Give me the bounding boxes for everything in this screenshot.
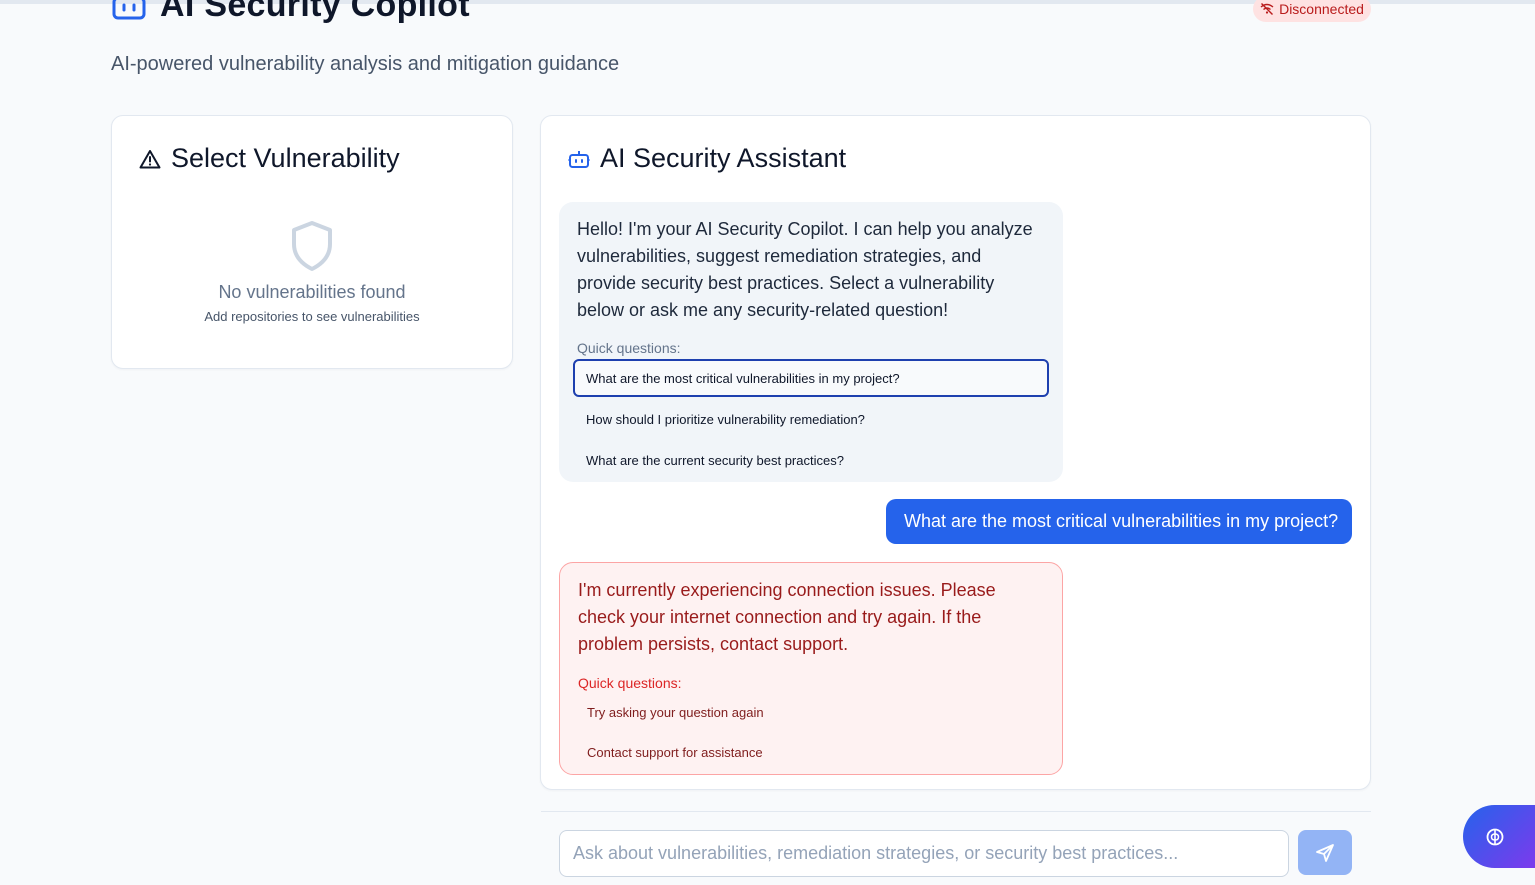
- brain-icon: [1486, 828, 1504, 845]
- empty-state-hint: Add repositories to see vulnerabilities: [204, 309, 420, 324]
- connection-status-badge: Disconnected: [1253, 0, 1371, 22]
- vulnerability-panel-title: Select Vulnerability: [171, 143, 400, 173]
- quick-question-button[interactable]: What are the current security best pract…: [573, 441, 1049, 479]
- quick-questions-label: Quick questions:: [578, 675, 682, 691]
- empty-state-title: No vulnerabilities found: [218, 282, 406, 302]
- quick-questions-label: Quick questions:: [577, 340, 681, 356]
- quick-question-button[interactable]: Try asking your question again: [574, 694, 1050, 731]
- alert-triangle-icon: [139, 149, 161, 168]
- quick-question-button[interactable]: Contact support for assistance: [574, 734, 1050, 771]
- input-divider: [541, 811, 1371, 812]
- send-icon: [1316, 843, 1334, 862]
- vulnerability-panel: Select Vulnerability No vulnerabilities …: [111, 115, 513, 369]
- assistant-panel: AI Security Assistant Hello! I'm your AI…: [540, 115, 1371, 790]
- robot-icon: [112, 0, 146, 20]
- send-button[interactable]: [1298, 830, 1352, 875]
- shield-icon: [292, 221, 332, 271]
- quick-question-button[interactable]: What are the most critical vulnerabiliti…: [573, 359, 1049, 397]
- error-message: I'm currently experiencing connection is…: [559, 562, 1063, 775]
- assistant-panel-header: AI Security Assistant: [568, 143, 846, 174]
- quick-questions-list: Try asking your question again Contact s…: [574, 694, 1050, 771]
- empty-state: No vulnerabilities found Add repositorie…: [112, 220, 512, 324]
- assistant-message: Hello! I'm your AI Security Copilot. I c…: [559, 202, 1063, 482]
- floating-assistant-button[interactable]: [1463, 805, 1535, 868]
- page-subtitle: AI-powered vulnerability analysis and mi…: [111, 53, 620, 75]
- quick-questions-list: What are the most critical vulnerabiliti…: [573, 359, 1049, 479]
- wifi-off-icon: [1260, 3, 1274, 15]
- user-message: What are the most critical vulnerabiliti…: [886, 499, 1352, 544]
- quick-question-button[interactable]: How should I prioritize vulnerability re…: [573, 400, 1049, 438]
- status-text: Disconnected: [1279, 1, 1364, 17]
- assistant-panel-title: AI Security Assistant: [600, 143, 847, 173]
- vulnerability-panel-header: Select Vulnerability: [139, 143, 400, 174]
- page-title: AI Security Copilot: [160, 0, 470, 24]
- error-message-text: I'm currently experiencing connection is…: [578, 580, 996, 654]
- chat-input[interactable]: [559, 830, 1289, 877]
- bot-icon: [568, 150, 590, 168]
- assistant-message-text: Hello! I'm your AI Security Copilot. I c…: [577, 219, 1033, 320]
